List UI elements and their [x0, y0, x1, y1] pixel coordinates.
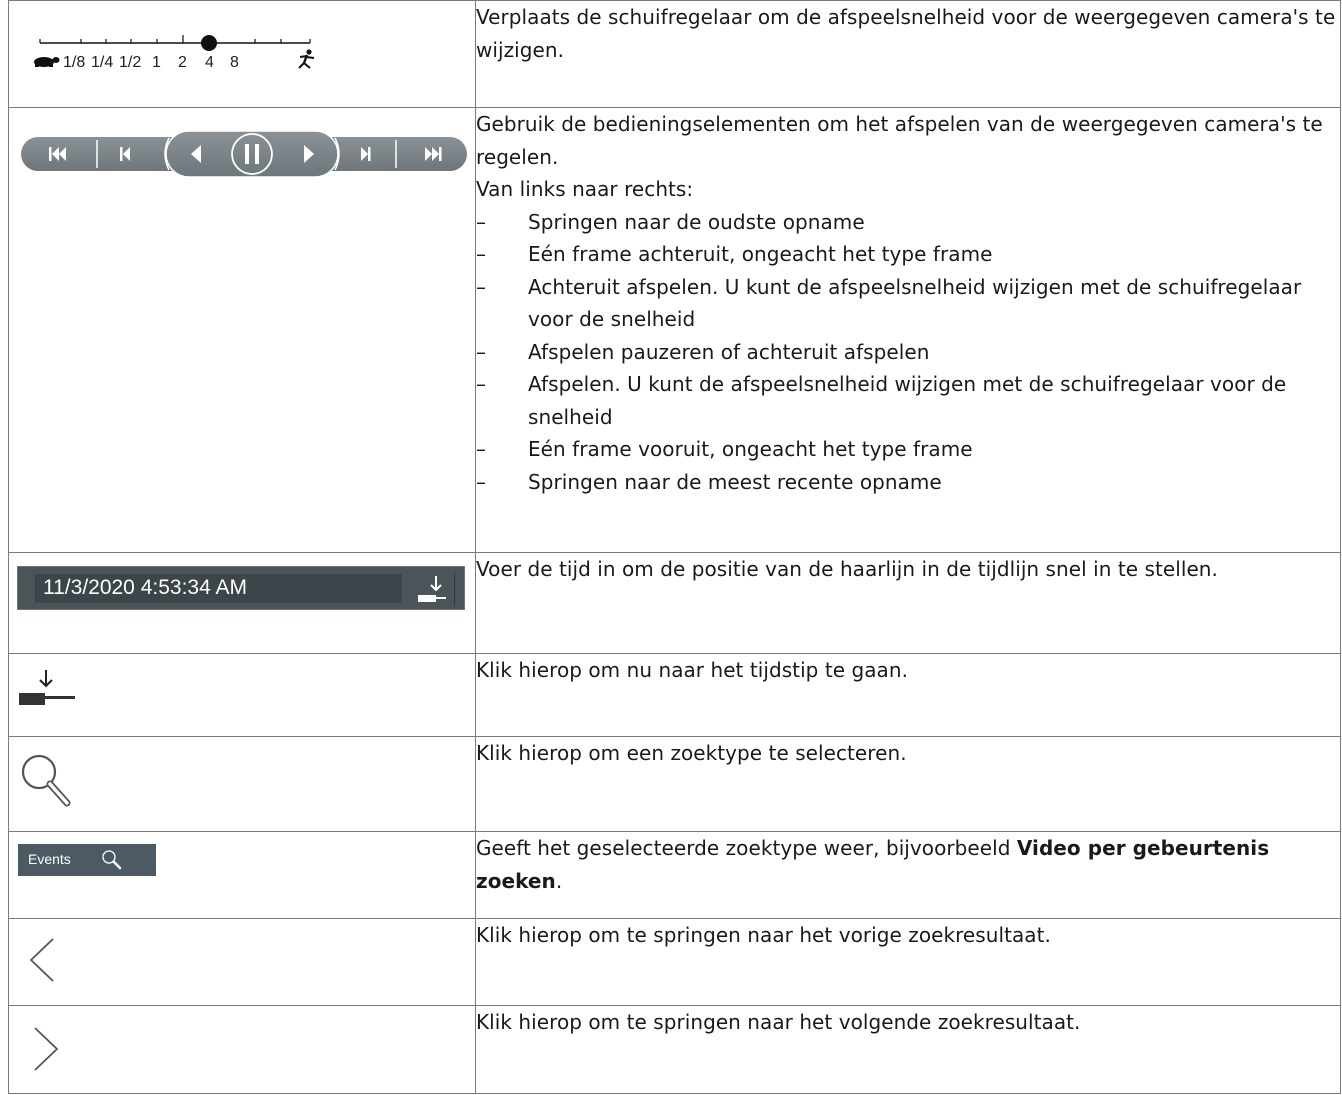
description-text: Gebruik de bedieningselementen om het af…	[476, 112, 1323, 169]
icon-description-table: 1/8 1/4 1/2 1 2 4 8 Verplaats de schuifr…	[8, 0, 1341, 1094]
speed-label: 1	[152, 54, 161, 71]
description-text: Verplaats de schuifregelaar om de afspee…	[476, 5, 1336, 62]
playback-speed-slider[interactable]: 1/8 1/4 1/2 1 2 4 8	[23, 25, 333, 85]
icon-cell: Events	[8, 831, 476, 919]
table-row: 1/8 1/4 1/2 1 2 4 8 Verplaats de schuifr…	[8, 0, 1341, 108]
time-input-value: 11/3/2020 4:53:34 AM	[43, 576, 247, 599]
goto-now-icon[interactable]	[17, 668, 81, 718]
description-cell: Klik hierop om te springen naar het volg…	[475, 1005, 1341, 1094]
speed-label: 2	[178, 54, 187, 71]
icon-cell	[8, 918, 476, 1006]
icon-cell: 11/3/2020 4:53:34 AM	[8, 552, 476, 654]
table-row: Gebruik de bedieningselementen om het af…	[8, 107, 1341, 553]
description-cell: Verplaats de schuifregelaar om de afspee…	[475, 0, 1341, 108]
search-type-button[interactable]: Events	[18, 844, 156, 876]
control-list: Springen naar de oudste opname Eén frame…	[476, 206, 1340, 499]
search-icon	[102, 850, 122, 870]
search-type-label: Events	[28, 851, 71, 867]
icon-cell	[8, 736, 476, 832]
description-cell: Gebruik de bedieningselementen om het af…	[475, 107, 1341, 553]
chevron-right-icon[interactable]	[25, 1024, 65, 1074]
search-icon[interactable]	[19, 751, 79, 811]
table-row: 11/3/2020 4:53:34 AM Voer de tijd in om …	[8, 552, 1341, 654]
icon-cell	[8, 107, 476, 553]
description-cell: Voer de tijd in om de positie van de haa…	[475, 552, 1341, 654]
running-man-icon	[298, 49, 315, 69]
table-row: Klik hierop om te springen naar het volg…	[8, 1005, 1341, 1094]
description-text: Klik hierop om te springen naar het volg…	[476, 1010, 1081, 1034]
description-text: Geeft het geselecteerde zoektype weer, b…	[476, 836, 1270, 893]
icon-cell	[8, 1005, 476, 1094]
playback-controls[interactable]	[19, 130, 469, 180]
speed-label: 4	[205, 54, 214, 71]
goto-time-icon[interactable]	[416, 574, 448, 604]
icon-cell: 1/8 1/4 1/2 1 2 4 8	[8, 0, 476, 108]
list-item: Afspelen. U kunt de afspeelsnelheid wijz…	[476, 368, 1340, 433]
table-row: Klik hierop om te springen naar het vori…	[8, 918, 1341, 1006]
description-cell: Geeft het geselecteerde zoektype weer, b…	[475, 831, 1341, 919]
icon-cell	[8, 653, 476, 737]
table-row: Events Geeft het geselecteerde zoektype …	[8, 831, 1341, 919]
list-item: Afspelen pauzeren of achteruit afspelen	[476, 336, 1340, 369]
list-item: Eén frame achteruit, ongeacht het type f…	[476, 238, 1340, 271]
speed-label: 1/2	[119, 54, 141, 71]
chevron-left-icon[interactable]	[23, 935, 63, 985]
description-cell: Klik hierop om te springen naar het vori…	[475, 918, 1341, 1006]
description-text: Klik hierop om een zoektype te selectere…	[476, 741, 907, 765]
table-row: Klik hierop om nu naar het tijdstip te g…	[8, 653, 1341, 737]
description-cell: Klik hierop om een zoektype te selectere…	[475, 736, 1341, 832]
description-cell: Klik hierop om nu naar het tijdstip te g…	[475, 653, 1341, 737]
speed-label: 8	[230, 54, 239, 71]
description-text: Van links naar rechts:	[476, 177, 694, 201]
list-item: Springen naar de oudste opname	[476, 206, 1340, 239]
table-row: Klik hierop om een zoektype te selectere…	[8, 736, 1341, 832]
list-item: Achteruit afspelen. U kunt de afspeelsne…	[476, 271, 1340, 336]
speed-label: 1/8	[63, 54, 85, 71]
speed-label: 1/4	[91, 54, 113, 71]
turtle-icon	[34, 57, 60, 67]
time-input-bar: 11/3/2020 4:53:34 AM	[17, 566, 465, 610]
list-item: Eén frame vooruit, ongeacht het type fra…	[476, 433, 1340, 466]
slider-thumb	[201, 35, 217, 51]
description-text: Klik hierop om nu naar het tijdstip te g…	[476, 658, 908, 682]
divider	[454, 573, 455, 605]
list-item: Springen naar de meest recente opname	[476, 466, 1340, 499]
description-text: Klik hierop om te springen naar het vori…	[476, 923, 1051, 947]
description-text: Voer de tijd in om de positie van de haa…	[476, 557, 1218, 581]
